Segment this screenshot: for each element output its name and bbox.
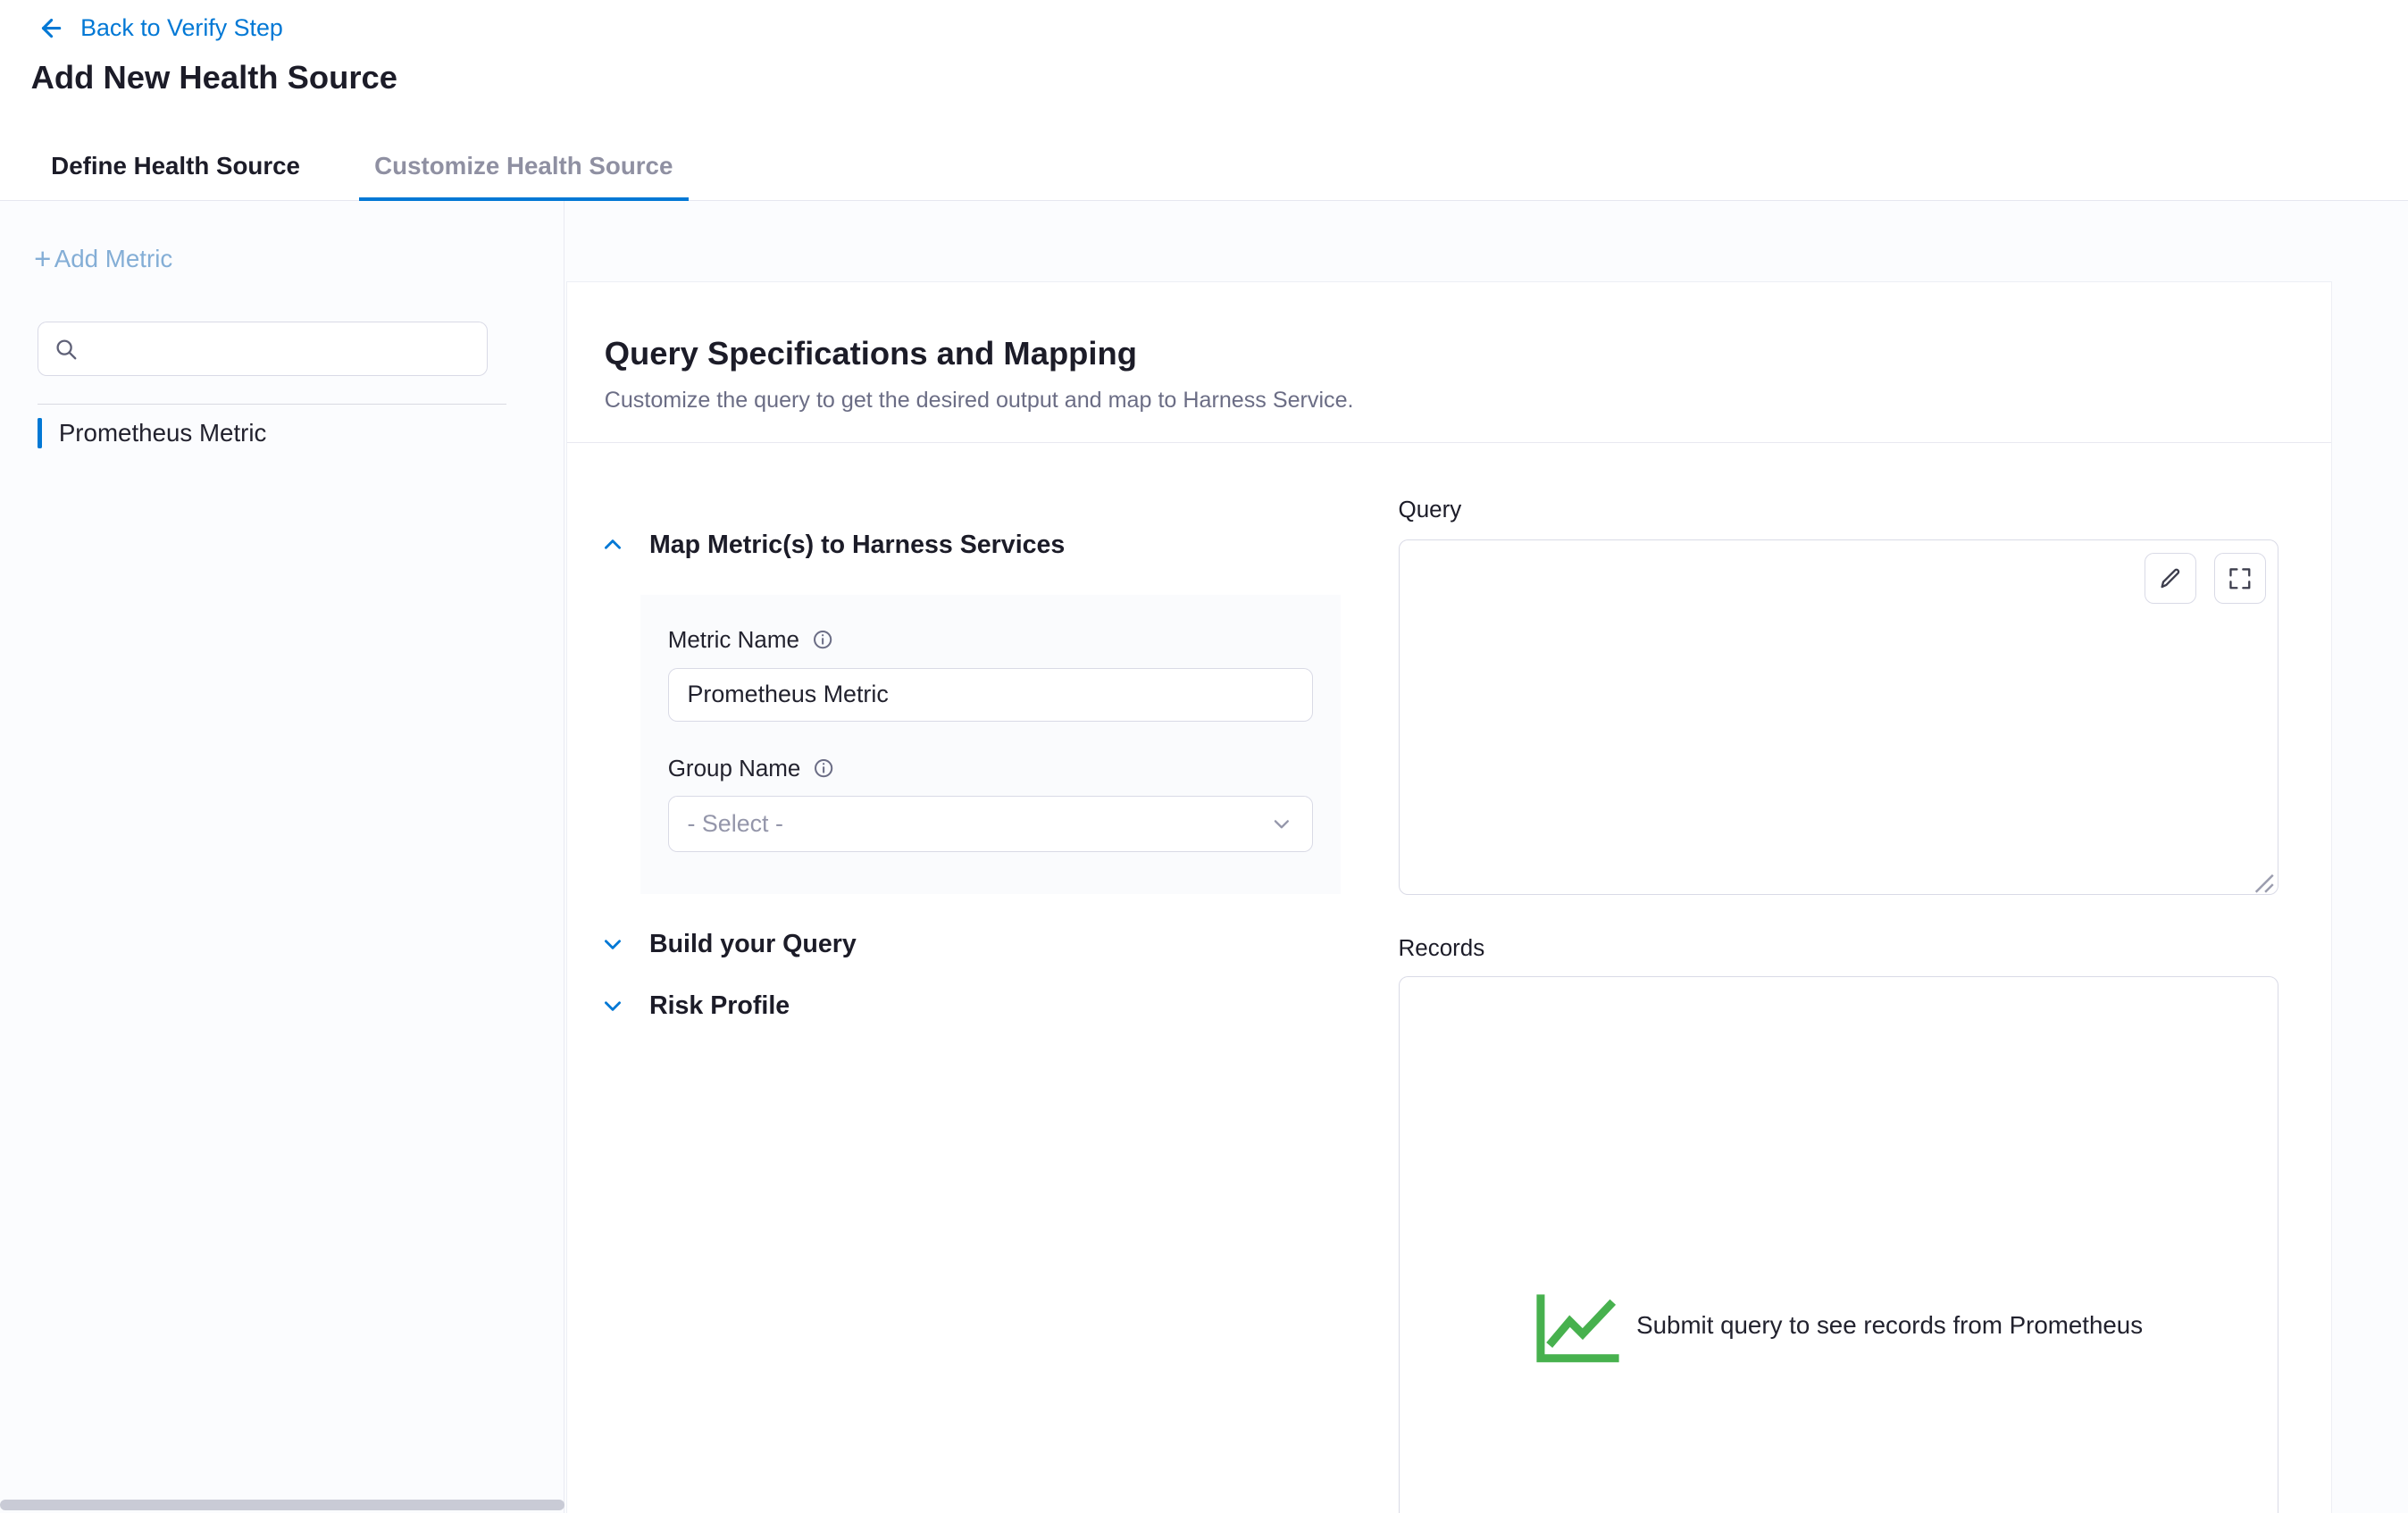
sidebar-item-prometheus-metric[interactable]: Prometheus Metric [38,418,267,449]
group-name-select-value: - Select - [688,810,783,838]
metrics-sidebar: + Add Metric Prometheus Metric [0,201,564,1513]
horizontal-scrollbar-thumb[interactable] [0,1500,564,1510]
tab-customize-health-source[interactable]: Customize Health Source [374,132,673,200]
query-actions [2145,553,2265,604]
metric-name-label: Metric Name [668,626,799,654]
query-specifications-panel: Query Specifications and Mapping Customi… [566,281,2332,1513]
page-title: Add New Health Source [31,59,397,96]
line-chart-icon [1534,1289,1621,1363]
group-name-select[interactable]: - Select - [668,796,1314,852]
back-link-label: Back to Verify Step [80,14,283,42]
fullscreen-icon [2228,566,2253,591]
section-build-query-toggle[interactable]: Build your Query [601,930,857,959]
arrow-left-icon [38,14,65,42]
records-label: Records [1399,934,1485,962]
section-risk-profile-label: Risk Profile [649,991,790,1021]
expand-query-button[interactable] [2214,553,2265,604]
group-name-label: Group Name [668,755,801,782]
content-area: + Add Metric Prometheus Metric Query Spe… [0,201,2408,1513]
section-risk-profile-toggle[interactable]: Risk Profile [601,991,790,1021]
tab-define-health-source[interactable]: Define Health Source [51,132,300,200]
info-icon[interactable] [812,629,833,650]
query-label: Query [1399,496,1462,523]
page-header: Back to Verify Step Add New Health Sourc… [0,0,2408,201]
section-map-metrics-toggle[interactable]: Map Metric(s) to Harness Services [601,531,1065,560]
edit-query-button[interactable] [2145,553,2195,604]
panel-subtitle: Customize the query to get the desired o… [605,388,1354,414]
metric-item-label: Prometheus Metric [59,419,267,447]
sidebar-divider [38,404,506,405]
add-metric-label: Add Metric [54,245,172,273]
metric-name-field-label: Metric Name [668,626,1314,654]
chevron-down-icon [601,932,624,956]
selected-indicator-bar [38,418,42,449]
metric-mapping-card: Metric Name Group Name - Select - [640,595,1342,893]
resize-handle-icon[interactable] [2254,871,2275,891]
metric-search-box[interactable] [38,322,488,376]
panel-title: Query Specifications and Mapping [605,335,1137,372]
metric-name-input[interactable] [668,668,1314,723]
section-build-query-label: Build your Query [649,930,857,959]
pencil-icon [2158,566,2183,591]
plus-icon: + [34,245,51,274]
metric-search-input[interactable] [90,335,471,363]
search-icon [54,337,79,362]
query-textarea[interactable] [1399,539,2279,895]
group-name-field-label: Group Name [668,755,1314,782]
chevron-down-icon [1269,812,1294,837]
panel-divider [567,442,2331,443]
chevron-down-icon [601,994,624,1017]
back-to-verify-step-link[interactable]: Back to Verify Step [38,14,283,42]
chevron-up-icon [601,533,624,556]
records-empty-text: Submit query to see records from Prometh… [1636,1311,2143,1340]
add-health-source-page: Back to Verify Step Add New Health Sourc… [0,0,2408,1513]
section-map-metrics-label: Map Metric(s) to Harness Services [649,531,1065,560]
tab-bar: Define Health Source Customize Health So… [51,132,673,200]
records-empty-state: Submit query to see records from Prometh… [1399,976,2279,1513]
add-metric-button[interactable]: + Add Metric [34,245,172,274]
info-icon[interactable] [813,757,834,779]
